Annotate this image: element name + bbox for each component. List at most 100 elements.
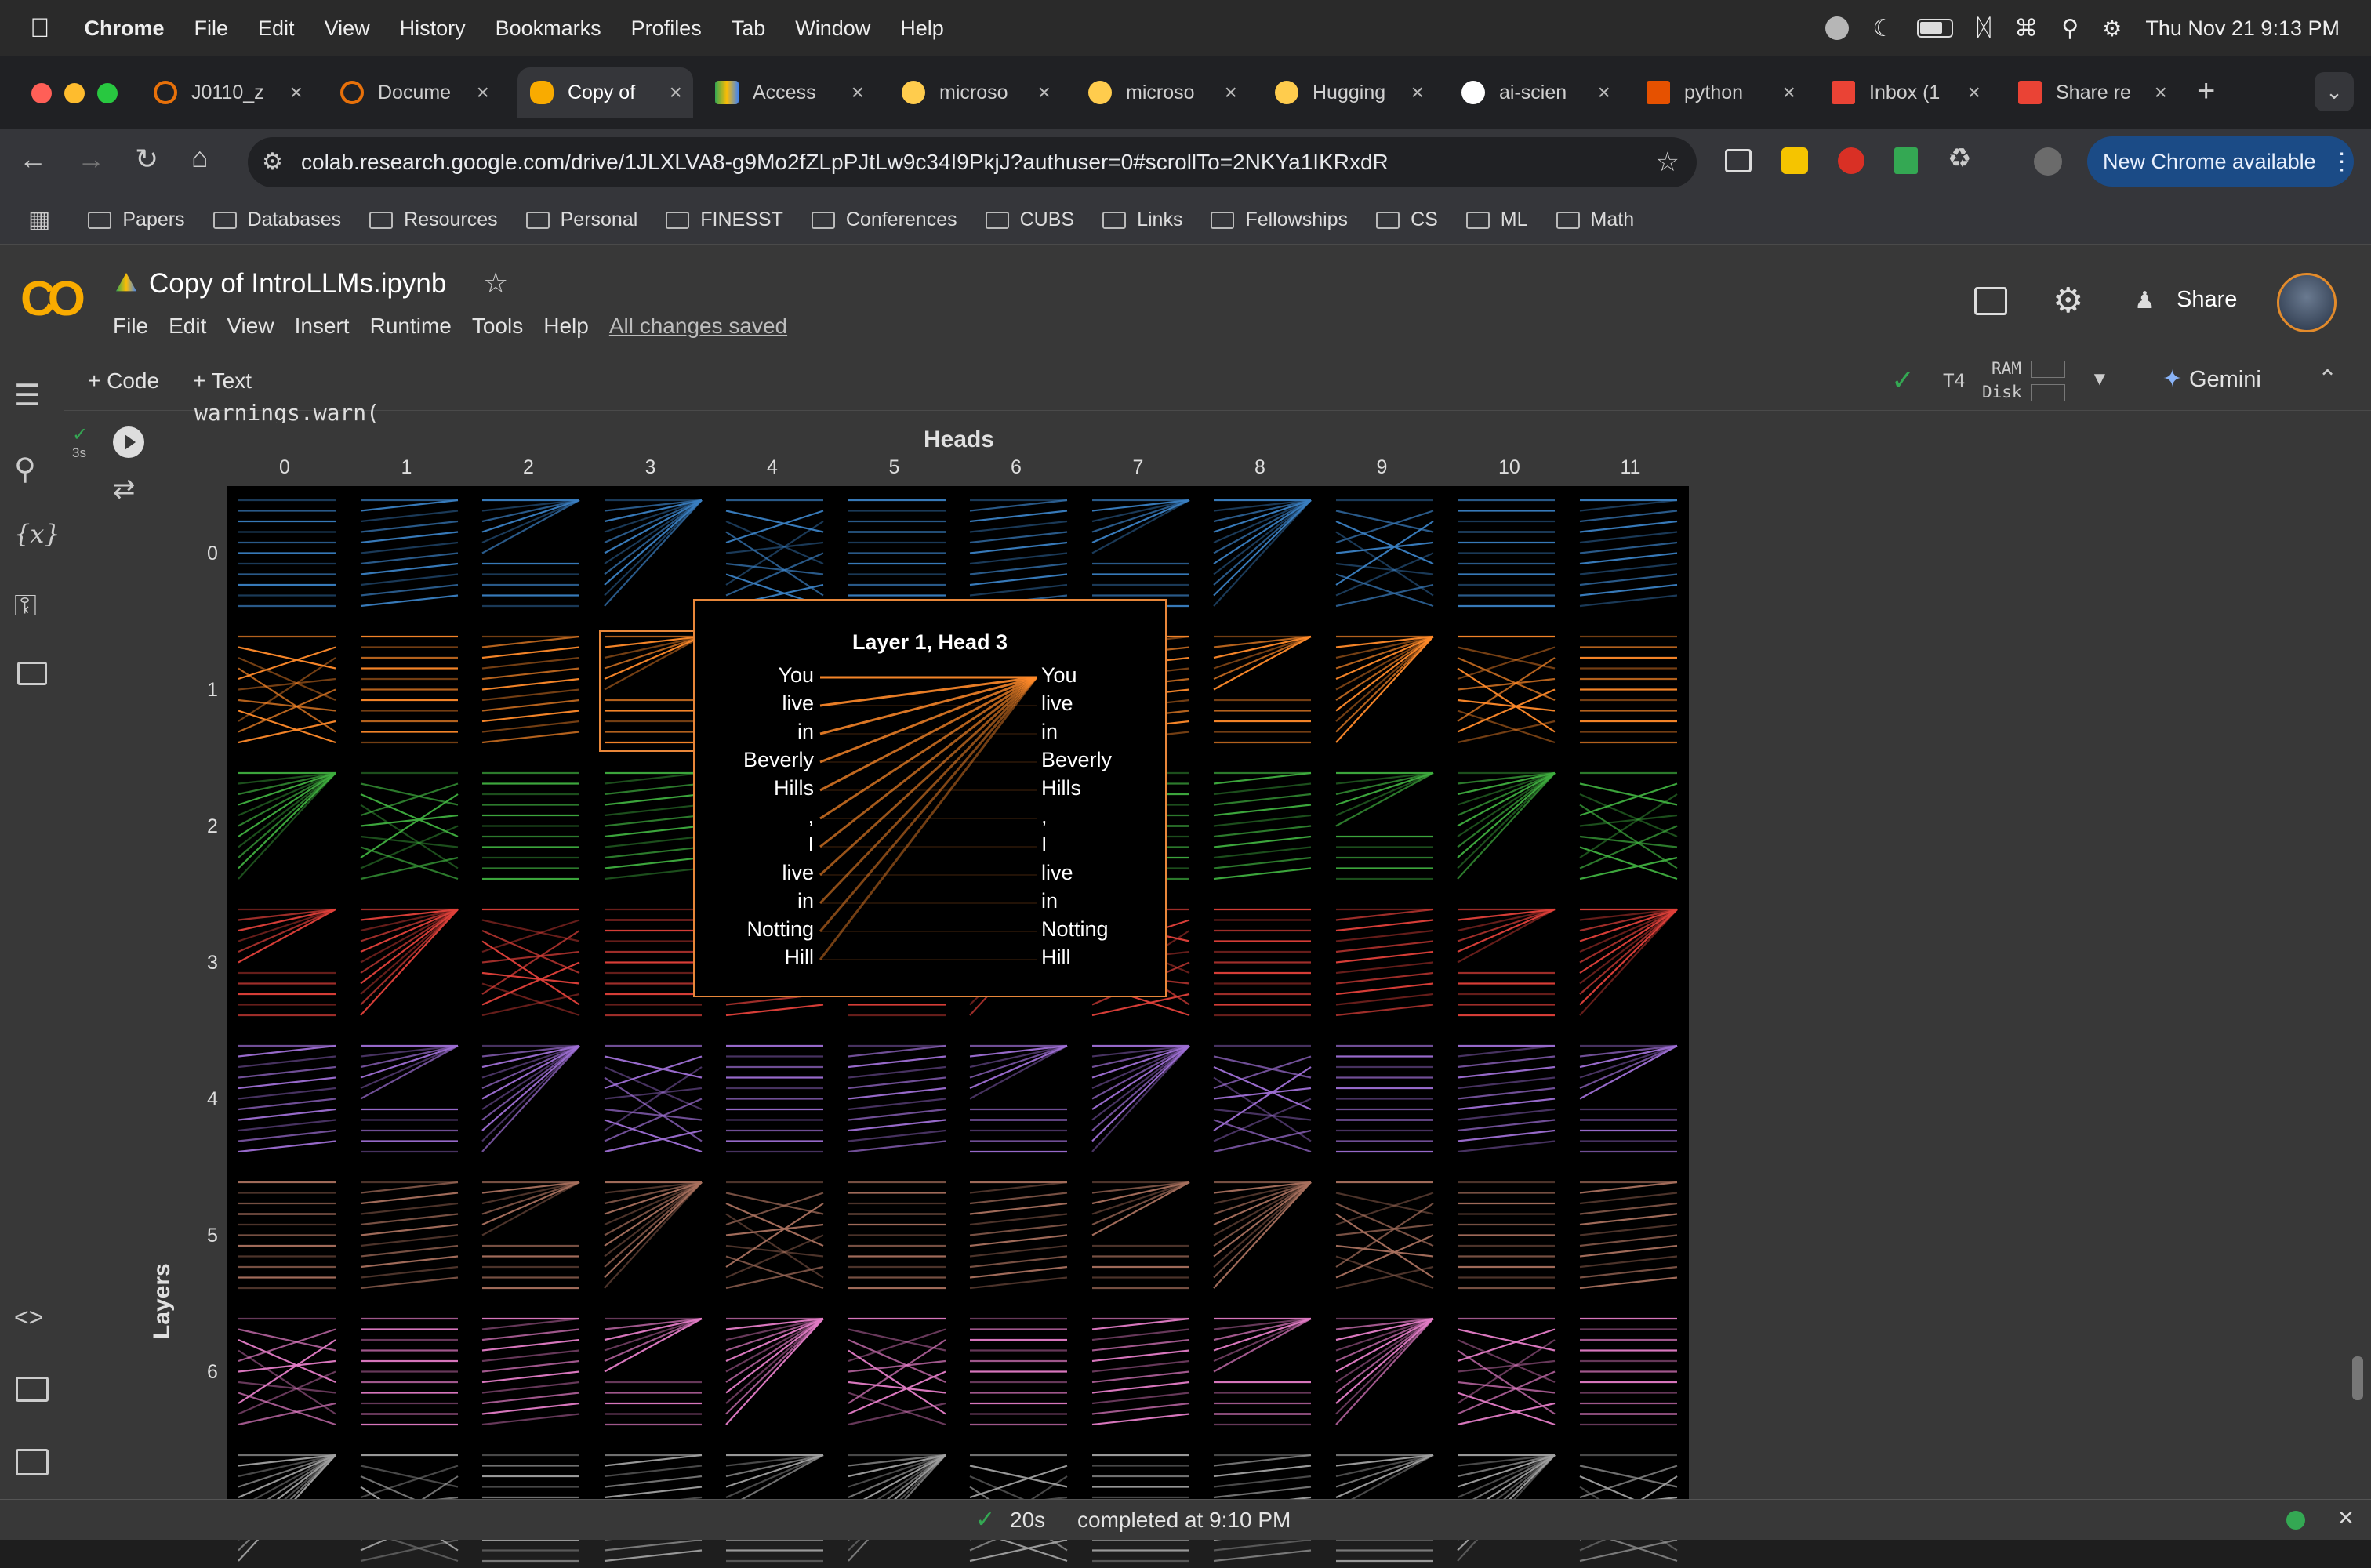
ram-usage-meter[interactable] bbox=[2031, 361, 2065, 378]
attention-head-thumbnail[interactable] bbox=[1454, 905, 1558, 1022]
attention-head-thumbnail[interactable] bbox=[1089, 495, 1193, 613]
bookmark-folder[interactable]: Papers bbox=[88, 209, 185, 231]
attention-head-thumbnail[interactable] bbox=[1577, 1314, 1680, 1432]
attention-head-thumbnail[interactable] bbox=[235, 495, 339, 613]
attention-head-thumbnail[interactable] bbox=[1333, 632, 1436, 750]
attention-head-thumbnail[interactable] bbox=[479, 1178, 583, 1295]
forward-arrow-icon[interactable]: → bbox=[77, 143, 105, 176]
attention-head-thumbnail[interactable] bbox=[1577, 632, 1680, 750]
search-icon[interactable]: ⚲ bbox=[2061, 15, 2079, 42]
menu-datetime[interactable]: Thu Nov 21 9:13 PM bbox=[2145, 16, 2340, 41]
attention-head-thumbnail[interactable] bbox=[1333, 768, 1436, 886]
attention-head-thumbnail[interactable] bbox=[235, 1314, 339, 1432]
sheets-extension-icon[interactable] bbox=[1894, 147, 1918, 174]
browser-tab[interactable]: microso × bbox=[1088, 67, 1248, 118]
close-status-icon[interactable]: × bbox=[2338, 1503, 2354, 1534]
attention-head-thumbnail[interactable] bbox=[1333, 1041, 1436, 1159]
attention-head-thumbnail[interactable] bbox=[1333, 1178, 1436, 1295]
close-icon[interactable]: × bbox=[1598, 80, 1621, 105]
vpn-icon[interactable] bbox=[1825, 16, 1850, 40]
variables-icon[interactable]: {x} bbox=[14, 519, 60, 549]
moon-icon[interactable]: ☾ bbox=[1872, 15, 1894, 42]
browser-tab[interactable]: Docume × bbox=[340, 67, 500, 118]
new-tab-button[interactable]: + bbox=[2197, 74, 2215, 109]
table-of-contents-icon[interactable]: ☰ bbox=[14, 378, 41, 413]
bookmark-folder[interactable]: Math bbox=[1556, 209, 1634, 231]
attention-head-thumbnail[interactable] bbox=[845, 1178, 949, 1295]
bookmark-folder[interactable]: CS bbox=[1376, 209, 1438, 231]
command-palette-icon[interactable] bbox=[16, 1377, 49, 1402]
browser-tab[interactable]: Share re × bbox=[2018, 67, 2178, 118]
attention-head-thumbnail[interactable] bbox=[1577, 768, 1680, 886]
attention-head-thumbnail[interactable] bbox=[601, 905, 705, 1022]
close-icon[interactable]: × bbox=[1411, 80, 1435, 105]
menu-view[interactable]: View bbox=[227, 314, 274, 339]
menu-profiles[interactable]: Profiles bbox=[631, 16, 702, 41]
bluetooth-icon[interactable]: ᛞ bbox=[1977, 15, 1991, 42]
browser-tab[interactable]: Hugging × bbox=[1275, 67, 1435, 118]
attention-head-thumbnail[interactable] bbox=[479, 768, 583, 886]
extensions-puzzle-icon[interactable]: ♻ bbox=[1948, 143, 1971, 174]
status-text[interactable]: completed at 9:10 PM bbox=[1077, 1508, 1291, 1533]
attention-head-thumbnail[interactable] bbox=[723, 1314, 826, 1432]
menu-bookmarks[interactable]: Bookmarks bbox=[496, 16, 601, 41]
files-folder-icon[interactable] bbox=[17, 662, 47, 685]
attention-head-thumbnail[interactable] bbox=[1454, 1178, 1558, 1295]
attention-head-thumbnail[interactable] bbox=[1454, 768, 1558, 886]
attention-head-thumbnail[interactable] bbox=[479, 905, 583, 1022]
attention-head-thumbnail[interactable] bbox=[235, 905, 339, 1022]
close-icon[interactable]: × bbox=[1968, 80, 1992, 105]
browser-tab[interactable]: Inbox (1 × bbox=[1832, 67, 1992, 118]
attention-head-thumbnail[interactable] bbox=[601, 768, 705, 886]
attention-head-thumbnail[interactable] bbox=[1454, 632, 1558, 750]
bookmark-folder[interactable]: Databases bbox=[212, 209, 341, 231]
comment-icon[interactable] bbox=[1974, 287, 2007, 315]
menu-file[interactable]: File bbox=[194, 16, 229, 41]
url-text[interactable]: colab.research.google.com/drive/1JLXLVA8… bbox=[301, 150, 1389, 175]
attention-head-thumbnail[interactable] bbox=[479, 1314, 583, 1432]
attention-head-thumbnail[interactable] bbox=[1211, 632, 1314, 750]
attention-head-thumbnail[interactable] bbox=[967, 1314, 1070, 1432]
browser-tab[interactable]: microso × bbox=[902, 67, 1062, 118]
attention-head-thumbnail[interactable] bbox=[479, 1041, 583, 1159]
attention-head-thumbnail[interactable] bbox=[358, 905, 461, 1022]
battery-icon[interactable] bbox=[1917, 19, 1954, 38]
run-cell-button[interactable] bbox=[113, 426, 144, 458]
close-icon[interactable]: × bbox=[1038, 80, 1062, 105]
attention-head-thumbnail[interactable] bbox=[235, 768, 339, 886]
close-icon[interactable]: × bbox=[477, 80, 500, 105]
close-window-button[interactable] bbox=[31, 83, 52, 103]
browser-tab[interactable]: Access × bbox=[715, 67, 875, 118]
attention-head-thumbnail[interactable] bbox=[1333, 1314, 1436, 1432]
attention-head-thumbnail[interactable] bbox=[1211, 1178, 1314, 1295]
browser-tab[interactable]: J0110_z × bbox=[154, 67, 314, 118]
colab-logo-icon[interactable]: CO bbox=[20, 271, 85, 327]
attention-head-thumbnail[interactable] bbox=[845, 495, 949, 613]
attention-head-thumbnail[interactable] bbox=[1454, 495, 1558, 613]
attention-head-thumbnail[interactable] bbox=[723, 1178, 826, 1295]
attention-head-thumbnail[interactable] bbox=[845, 1041, 949, 1159]
browser-tab[interactable]: ai-scien × bbox=[1461, 67, 1621, 118]
attention-head-thumbnail[interactable] bbox=[479, 495, 583, 613]
secrets-key-icon[interactable]: ⚿ bbox=[14, 590, 37, 623]
attention-head-thumbnail[interactable] bbox=[601, 1178, 705, 1295]
apps-grid-icon[interactable]: ▦ bbox=[28, 206, 50, 234]
attention-head-thumbnail[interactable] bbox=[1577, 905, 1680, 1022]
browser-tab[interactable]: python × bbox=[1647, 67, 1806, 118]
attention-head-thumbnail[interactable] bbox=[358, 768, 461, 886]
bookmark-folder[interactable]: Conferences bbox=[811, 209, 957, 231]
menu-insert[interactable]: Insert bbox=[295, 314, 350, 339]
collapse-chevron-up-icon[interactable]: ⌃ bbox=[2318, 365, 2337, 393]
menu-edit[interactable]: Edit bbox=[169, 314, 206, 339]
control-center-icon[interactable]: ⚙ bbox=[2102, 16, 2122, 42]
attention-head-thumbnail[interactable] bbox=[358, 495, 461, 613]
bookmark-star-icon[interactable]: ☆ bbox=[1656, 147, 1679, 178]
attention-head-thumbnail[interactable] bbox=[1089, 1178, 1193, 1295]
add-code-cell-button[interactable]: + Code bbox=[88, 368, 159, 394]
close-icon[interactable]: × bbox=[2155, 80, 2178, 105]
menu-app-name[interactable]: Chrome bbox=[85, 16, 165, 41]
user-avatar[interactable] bbox=[2277, 273, 2337, 332]
site-settings-icon[interactable]: ⚙ bbox=[262, 148, 283, 176]
attention-head-thumbnail[interactable] bbox=[967, 495, 1070, 613]
menu-help[interactable]: Help bbox=[900, 16, 944, 41]
